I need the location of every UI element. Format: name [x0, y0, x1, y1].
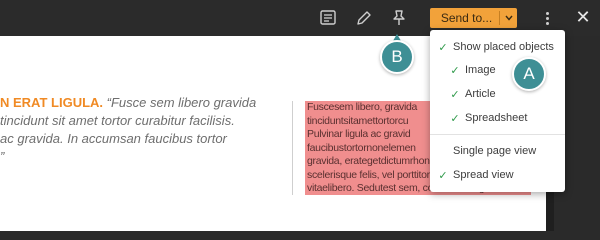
menu-item-label: Spreadsheet: [465, 112, 528, 124]
chevron-down-icon[interactable]: [500, 8, 517, 28]
menu-item-label: Spread view: [453, 169, 514, 181]
more-vertical-icon[interactable]: [540, 8, 554, 28]
pull-quote: N ERAT LIGULA. “Fusce sem libero gravida…: [0, 94, 286, 166]
menu-item-spreadsheet[interactable]: ✓ Spreadsheet: [430, 107, 565, 129]
menu-item-label: Show placed objects: [453, 41, 554, 53]
quote-line: “Fusce sem libero gravida: [106, 95, 257, 110]
menu-item-label: Single page view: [453, 145, 537, 157]
callout-b: B: [380, 40, 414, 74]
send-to-label: Send to...: [440, 11, 493, 25]
callout-a: A: [512, 57, 546, 91]
view-options-menu: ✓ Show placed objects ✓ Image ✓ Article …: [430, 30, 565, 192]
notes-icon[interactable]: [318, 8, 338, 28]
menu-item-single-page-view[interactable]: Single page view: [430, 140, 565, 162]
menu-item-label: Article: [465, 88, 496, 100]
close-icon[interactable]: ✕: [574, 8, 592, 28]
quote-line: ac gravida. In accumsan faucibus tortor: [0, 131, 227, 146]
menu-divider: [430, 134, 565, 135]
check-icon: ✓: [450, 87, 460, 101]
send-to-button[interactable]: Send to...: [430, 8, 517, 28]
check-icon: ✓: [450, 63, 460, 77]
menu-item-label: Image: [465, 64, 496, 76]
menu-item-article[interactable]: ✓ Article: [430, 83, 565, 105]
pin-icon[interactable]: [389, 8, 409, 28]
check-icon: ✓: [438, 40, 448, 54]
menu-item-spread-view[interactable]: ✓ Spread view: [430, 164, 565, 186]
pencil-icon[interactable]: [354, 8, 374, 28]
quote-heading: N ERAT LIGULA.: [0, 95, 104, 110]
check-icon: ✓: [438, 168, 448, 182]
column-divider: [292, 101, 293, 195]
quote-line: tincidunt sit amet tortor curabitur faci…: [0, 113, 235, 128]
check-icon: ✓: [450, 111, 460, 125]
quote-line: ”: [0, 149, 5, 164]
menu-item-show-placed-objects[interactable]: ✓ Show placed objects: [430, 36, 565, 58]
